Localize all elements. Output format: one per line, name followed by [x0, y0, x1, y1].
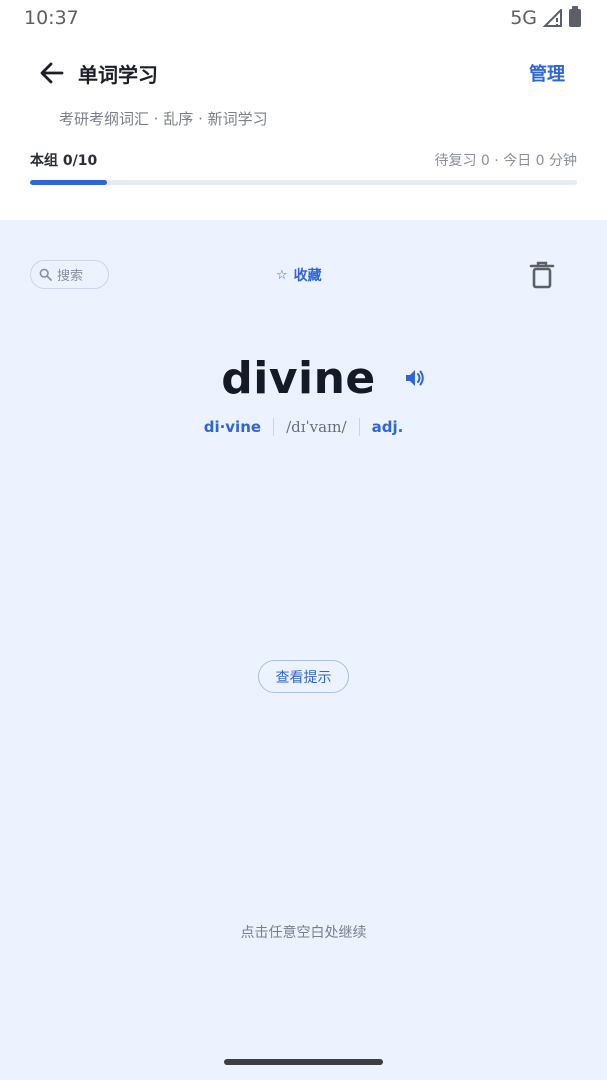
- favorite-label: 收藏: [293, 268, 322, 284]
- phonetic: /dɪˈvaɪn/: [273, 418, 360, 436]
- progress-bar: [30, 180, 577, 185]
- signal-icon: [543, 9, 562, 27]
- search-icon: [39, 268, 52, 281]
- wordlist-subtitle: 考研考纲词汇 · 乱序 · 新词学习: [59, 110, 268, 128]
- speaker-icon[interactable]: [404, 367, 426, 389]
- star-icon: ☆: [276, 267, 288, 283]
- back-arrow-icon[interactable]: [38, 59, 66, 87]
- syllables: di·vine: [203, 418, 262, 436]
- review-stats: 待复习 0 · 今日 0 分钟: [434, 153, 577, 169]
- word-text: divine: [221, 352, 376, 404]
- status-time: 10:37: [24, 7, 79, 29]
- word-meta: di·vine /dɪˈvaɪn/ adj.: [0, 418, 607, 436]
- word-row: divine: [0, 348, 607, 408]
- progress-row: 本组 0/10 待复习 0 · 今日 0 分钟: [30, 150, 577, 170]
- show-hint-button[interactable]: 查看提示: [258, 660, 349, 693]
- part-of-speech: adj.: [371, 418, 404, 436]
- status-icons: 5G: [510, 6, 581, 29]
- network-label: 5G: [510, 7, 537, 29]
- page-title: 单词学习: [78, 62, 158, 87]
- status-bar: 10:37 5G: [0, 0, 607, 36]
- favorite-button[interactable]: ☆ 收藏: [276, 265, 322, 285]
- header-left: 单词学习: [38, 59, 158, 88]
- search-input[interactable]: 搜索: [30, 260, 109, 289]
- delete-icon[interactable]: [528, 260, 556, 290]
- home-indicator[interactable]: [224, 1059, 383, 1065]
- header: 单词学习 管理: [0, 46, 607, 100]
- battery-icon: [569, 6, 581, 27]
- continue-hint: 点击任意空白处继续: [240, 925, 367, 941]
- word-card[interactable]: 搜索 ☆ 收藏 divine di·vine /dɪˈvaɪn/ adj. 查看…: [0, 220, 607, 1080]
- manage-button[interactable]: 管理: [529, 60, 565, 86]
- progress-bar-fill: [30, 180, 107, 185]
- search-placeholder: 搜索: [57, 269, 84, 284]
- group-progress-label: 本组 0/10: [30, 153, 98, 169]
